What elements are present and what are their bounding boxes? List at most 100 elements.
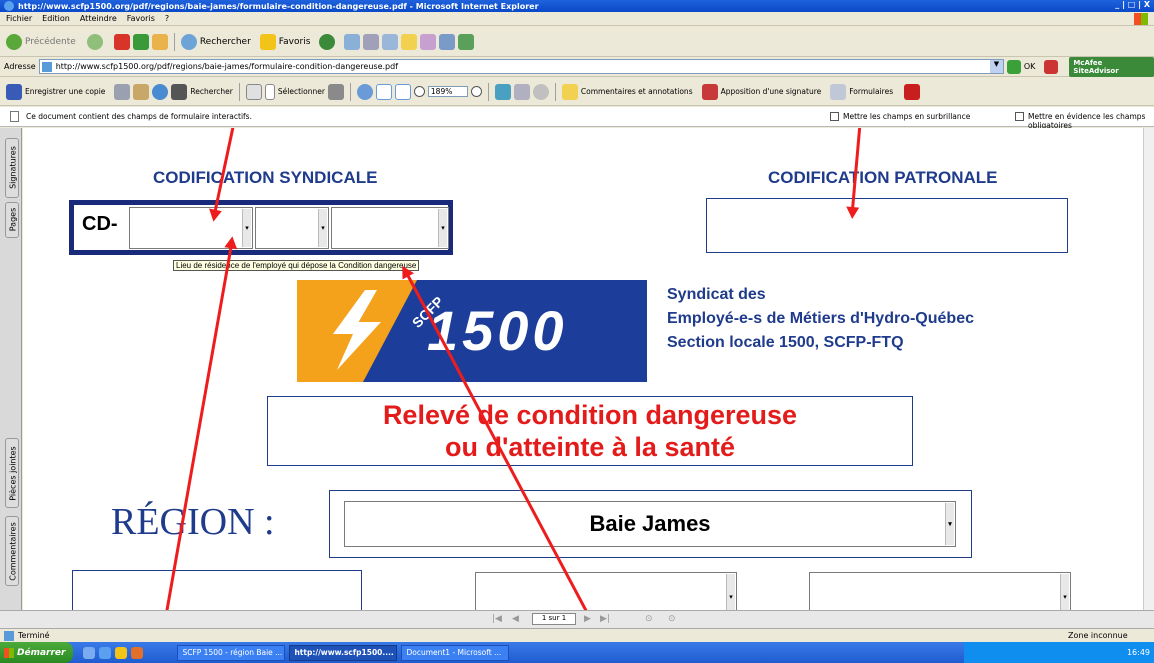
window-controls[interactable]: _ | □ | X (1115, 0, 1150, 9)
dropdown-arrow-icon[interactable]: ▾ (726, 574, 735, 610)
tab-comments[interactable]: Commentaires (5, 516, 19, 586)
menu-atteindre[interactable]: Atteindre (80, 14, 117, 23)
history-icon[interactable] (319, 33, 336, 50)
binoculars-icon[interactable] (171, 83, 188, 100)
back-icon[interactable] (6, 33, 22, 50)
region-box: Baie James ▾ (329, 490, 972, 558)
search-icon[interactable] (180, 33, 197, 50)
cd-field-2[interactable]: ▾ (255, 207, 329, 249)
taskbar: Démarrer SCFP 1500 - région Baie ... htt… (0, 642, 1154, 663)
required-checkbox[interactable] (1015, 112, 1024, 121)
lower-field-2[interactable]: ▾ (475, 572, 737, 610)
stop-icon[interactable] (113, 33, 130, 50)
quicklaunch-outlook-icon[interactable] (115, 646, 128, 659)
messenger-icon[interactable] (420, 33, 437, 50)
highlight-checkbox[interactable] (830, 112, 839, 121)
comments-button[interactable]: Commentaires et annotations (581, 87, 693, 96)
mail-icon[interactable] (344, 33, 361, 50)
start-button[interactable]: Démarrer (0, 642, 74, 663)
zoom-in-icon[interactable] (356, 83, 373, 100)
print-icon[interactable] (114, 83, 131, 100)
tab-signatures[interactable]: Signatures (5, 138, 19, 198)
first-page-icon[interactable]: |◀ (492, 614, 502, 624)
tab-attachments[interactable]: Pièces jointes (5, 438, 19, 508)
quicklaunch-firefox-icon[interactable] (131, 646, 144, 659)
back-view-icon[interactable]: ⊙ (645, 614, 653, 624)
prev-page-icon[interactable]: ◀ (512, 614, 519, 624)
dropdown-arrow-icon[interactable]: ▾ (1060, 574, 1069, 610)
status-bar: Terminé Zone inconnue (0, 628, 1154, 642)
address-field[interactable]: http://www.scfp1500.org/pdf/regions/baie… (38, 59, 1004, 74)
acrobat-icon[interactable] (904, 83, 921, 100)
go-icon[interactable] (1006, 59, 1021, 74)
hand-icon[interactable] (245, 83, 262, 100)
rotate-icon[interactable] (494, 83, 511, 100)
select-button[interactable]: Sélectionner (278, 87, 325, 96)
save-copy-button[interactable]: Enregistrer une copie (25, 87, 105, 96)
taskbar-item-2[interactable]: http://www.scfp1500.... (289, 644, 398, 661)
taskbar-item-3[interactable]: Document1 - Microsoft ... (401, 644, 510, 661)
highlight-label[interactable]: Mettre les champs en surbrillance (843, 112, 970, 121)
zoom-field[interactable]: 189% (427, 86, 468, 97)
dropdown-arrow-icon[interactable]: ▼ (989, 60, 1003, 73)
tab-pages[interactable]: Pages (5, 202, 19, 238)
save-icon[interactable] (6, 83, 22, 100)
dropdown-arrow-icon[interactable]: ▾ (945, 503, 954, 545)
cd-field-3[interactable]: ▾ (331, 207, 449, 249)
links-icon[interactable] (1044, 59, 1059, 74)
back-button[interactable]: Précédente (25, 37, 76, 47)
forward-view-icon[interactable]: ⊙ (668, 614, 676, 624)
organizer-icon[interactable] (513, 83, 530, 100)
snapshot-icon[interactable] (327, 83, 344, 100)
folder-icon[interactable] (401, 33, 418, 50)
go-button[interactable]: OK (1024, 62, 1036, 71)
lower-field-1[interactable] (72, 570, 362, 610)
research-icon[interactable] (439, 33, 456, 50)
favorites-icon[interactable] (259, 33, 276, 50)
page-icon (41, 62, 52, 72)
forms-icon[interactable] (830, 83, 847, 100)
refresh-icon[interactable] (132, 33, 149, 50)
globe-icon[interactable] (152, 83, 169, 100)
dropdown-arrow-icon[interactable]: ▾ (438, 209, 447, 247)
taskbar-item-1[interactable]: SCFP 1500 - région Baie ... (177, 644, 286, 661)
menu-fichier[interactable]: Fichier (6, 14, 32, 23)
vertical-scrollbar[interactable] (1143, 128, 1154, 610)
edit-icon[interactable] (382, 33, 399, 50)
separator (238, 82, 240, 101)
mail-icon[interactable] (133, 83, 150, 100)
zoom-out-icon[interactable] (413, 86, 425, 97)
fit-width-icon[interactable] (394, 83, 411, 100)
comments-icon[interactable] (561, 83, 578, 100)
fit-page-icon[interactable] (375, 83, 392, 100)
quicklaunch-icon[interactable] (83, 646, 96, 659)
search-button[interactable]: Rechercher (200, 37, 251, 47)
menu-help[interactable]: ? (165, 14, 169, 23)
signature-icon[interactable] (701, 83, 718, 100)
mcafee-button[interactable]: McAfee SiteAdvisor (1069, 56, 1154, 77)
dropdown-arrow-icon[interactable]: ▾ (242, 209, 251, 247)
lower-field-3[interactable]: ▾ (809, 572, 1071, 610)
form-notice-text: Ce document contient des champs de formu… (26, 112, 252, 121)
signature-button[interactable]: Apposition d'une signature (721, 87, 822, 96)
next-page-icon[interactable]: ▶ (584, 614, 591, 624)
cd-label: CD- (82, 213, 118, 235)
pdf-search-button[interactable]: Rechercher (190, 87, 232, 96)
forward-icon[interactable] (86, 33, 103, 50)
menu-favoris[interactable]: Favoris (127, 14, 155, 23)
last-page-icon[interactable]: ▶| (600, 614, 610, 624)
quicklaunch-ie-icon[interactable] (99, 646, 112, 659)
home-icon[interactable] (151, 33, 168, 50)
people-icon[interactable] (458, 33, 475, 50)
employer-coding-field[interactable] (706, 198, 1068, 253)
print-icon[interactable] (363, 33, 380, 50)
undo-icon[interactable] (532, 83, 549, 100)
select-text-icon[interactable] (264, 83, 275, 100)
forms-button[interactable]: Formulaires (849, 87, 893, 96)
region-select[interactable]: Baie James ▾ (344, 501, 956, 547)
favorites-button[interactable]: Favoris (279, 37, 311, 47)
menu-edition[interactable]: Edition (42, 14, 70, 23)
page-number-field[interactable]: 1 sur 1 (532, 613, 576, 625)
zoom-plus-icon[interactable] (470, 86, 482, 97)
dropdown-arrow-icon[interactable]: ▾ (318, 209, 327, 247)
